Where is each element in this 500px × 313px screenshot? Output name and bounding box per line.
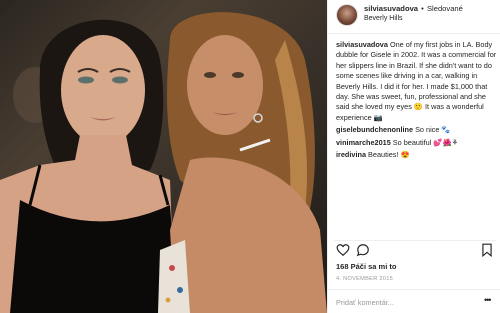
instagram-post: silviasuvadova • Sledované Beverly Hills… — [0, 0, 500, 313]
avatar[interactable] — [336, 4, 358, 26]
comment-username[interactable]: iredivina — [336, 150, 366, 159]
post-header: silviasuvadova • Sledované Beverly Hills — [328, 0, 500, 34]
comment-item: giselebundchenonline So nice 🐾 — [336, 125, 498, 135]
post-photo[interactable] — [0, 0, 327, 313]
header-username[interactable]: silviasuvadova — [364, 4, 418, 13]
comment-username[interactable]: vinimarche2015 — [336, 138, 391, 147]
location-link[interactable]: Beverly Hills — [364, 15, 403, 22]
post-side-panel: silviasuvadova • Sledované Beverly Hills… — [327, 0, 500, 313]
comments-list: silviasuvadova One of my first jobs in L… — [336, 40, 498, 220]
comment-bubble-icon[interactable] — [356, 243, 370, 257]
caption-text: One of my first jobs in LA. Body dubble … — [336, 40, 497, 122]
photo-illustration — [0, 12, 327, 313]
follow-status[interactable]: Sledované — [427, 4, 463, 13]
add-comment-input[interactable] — [336, 296, 476, 308]
heart-icon[interactable] — [336, 243, 350, 257]
post-date: 4. NOVEMBER 2015 — [336, 276, 394, 282]
add-comment-bar: ••• — [328, 289, 500, 313]
action-bar — [334, 240, 496, 257]
caption: silviasuvadova One of my first jobs in L… — [336, 40, 498, 123]
caption-username[interactable]: silviasuvadova — [336, 40, 388, 49]
comment-text: So beautiful 💕🌺⚘ — [392, 137, 459, 147]
bookmark-icon[interactable] — [480, 243, 494, 257]
comment-username[interactable]: giselebundchenonline — [336, 125, 413, 134]
likes-count[interactable]: 168 Páči sa mi to — [336, 262, 396, 271]
comment-text: So nice 🐾 — [415, 125, 451, 135]
comment-text: Beauties! 😍 — [368, 150, 410, 160]
comment-item: iredivina Beauties! 😍 — [336, 150, 498, 160]
more-options-icon[interactable]: ••• — [484, 295, 492, 305]
header-separator: • — [421, 4, 424, 13]
header-line: silviasuvadova • Sledované — [364, 4, 463, 13]
comment-item: vinimarche2015 So beautiful 💕🌺⚘ — [336, 138, 498, 148]
